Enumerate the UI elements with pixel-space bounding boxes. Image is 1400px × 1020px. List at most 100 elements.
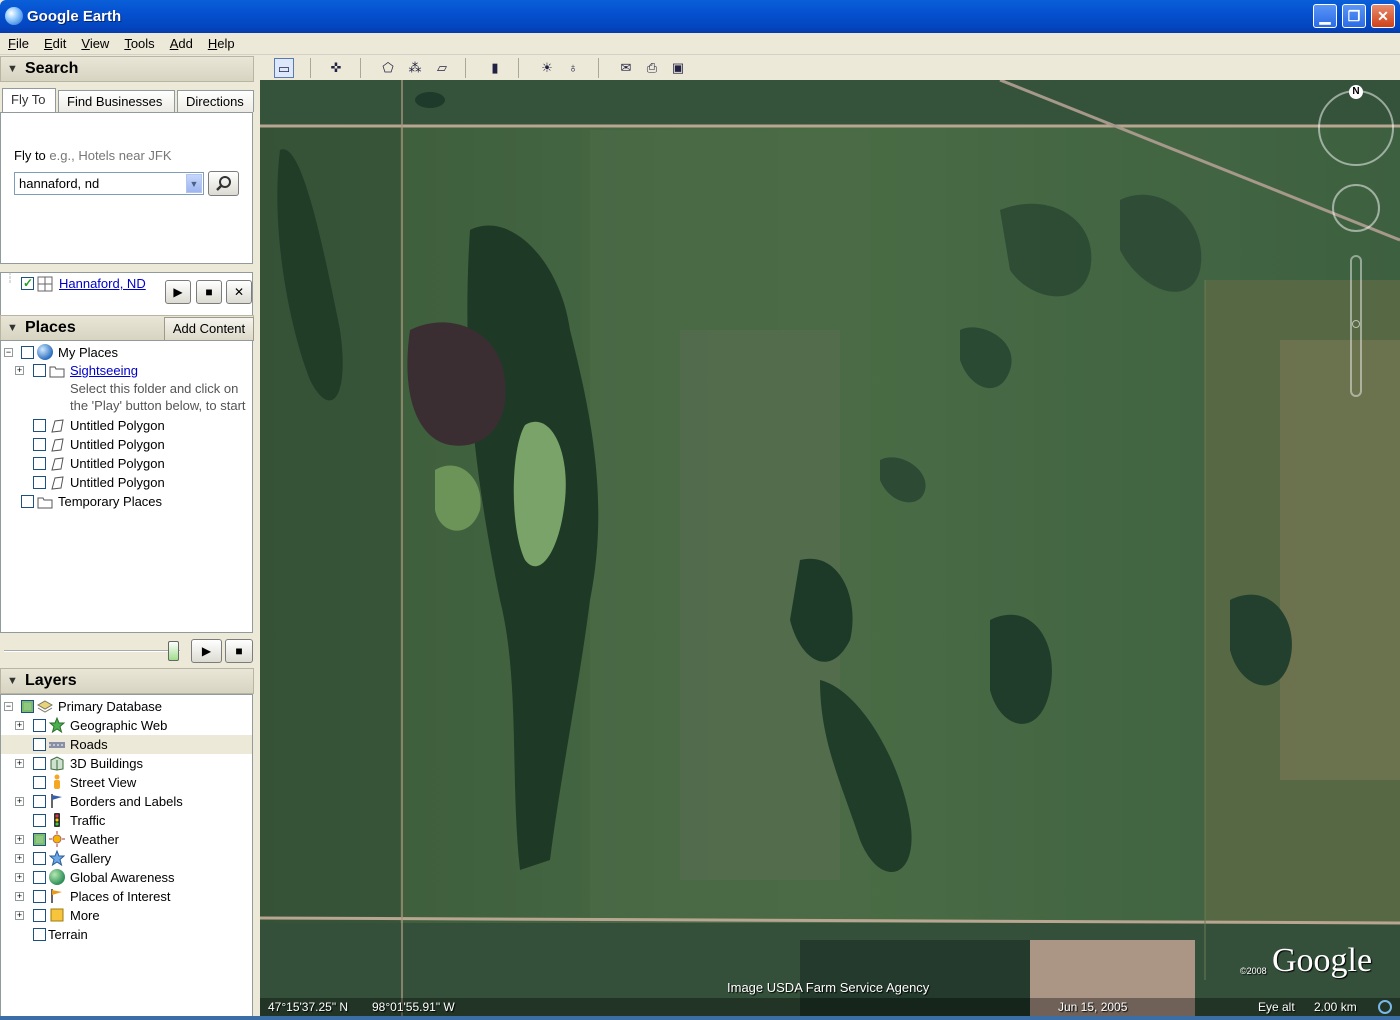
layer-checkbox[interactable] bbox=[33, 719, 46, 732]
expand-toggle-icon[interactable]: + bbox=[15, 892, 24, 901]
collapse-toggle-icon[interactable]: − bbox=[4, 702, 13, 711]
polygon-label: Untitled Polygon bbox=[70, 456, 165, 471]
layer-checkbox[interactable] bbox=[21, 700, 34, 713]
layer-label: Traffic bbox=[70, 813, 106, 828]
layer-label: 3D Buildings bbox=[70, 756, 143, 771]
email-icon: ✉ bbox=[620, 60, 632, 75]
close-button[interactable]: ✕ bbox=[1371, 4, 1395, 28]
poi-flag-icon bbox=[51, 889, 62, 903]
sightseeing-hint-2: the 'Play' button below, to start bbox=[70, 398, 246, 413]
dropdown-arrow-icon[interactable]: ▼ bbox=[186, 174, 202, 193]
expand-toggle-icon[interactable]: + bbox=[15, 721, 24, 730]
layer-checkbox[interactable] bbox=[33, 852, 46, 865]
sun-icon bbox=[49, 831, 65, 847]
sunlight-button[interactable]: ☀ bbox=[537, 58, 557, 78]
layer-label: Primary Database bbox=[58, 699, 163, 714]
path-icon: ⁂ bbox=[408, 60, 422, 75]
polygon-checkbox[interactable] bbox=[33, 438, 46, 451]
layer-roads[interactable]: Roads bbox=[1, 735, 252, 754]
layer-checkbox[interactable] bbox=[33, 909, 46, 922]
menu-tools[interactable]: Tools bbox=[116, 33, 161, 51]
layer-label: Weather bbox=[70, 832, 119, 847]
tour-slider-thumb[interactable] bbox=[168, 641, 179, 661]
search-header[interactable]: ▼ Search bbox=[0, 56, 254, 82]
layer-checkbox[interactable] bbox=[33, 890, 46, 903]
collapse-toggle-icon[interactable]: − bbox=[4, 348, 13, 357]
layers-header[interactable]: ▼ Layers bbox=[0, 668, 254, 694]
clear-button[interactable]: ✕ bbox=[226, 280, 252, 304]
expand-toggle-icon[interactable]: + bbox=[15, 854, 24, 863]
sightseeing-link[interactable]: Sightseeing bbox=[70, 361, 138, 380]
traffic-light-icon bbox=[54, 813, 60, 827]
menu-help[interactable]: Help bbox=[200, 33, 242, 51]
layer-checkbox[interactable] bbox=[33, 833, 46, 846]
polygon-label: Untitled Polygon bbox=[70, 475, 165, 490]
map-view[interactable]: N Image USDA Farm Service Agency ©2008 G… bbox=[260, 80, 1400, 1016]
tab-directions[interactable]: Directions bbox=[177, 90, 254, 112]
stop-icon: ■ bbox=[235, 644, 243, 658]
layer-checkbox[interactable] bbox=[33, 738, 46, 751]
expand-toggle-icon[interactable]: + bbox=[15, 366, 24, 375]
layer-checkbox[interactable] bbox=[33, 928, 46, 941]
add-image-overlay-button[interactable]: ▱ bbox=[432, 58, 452, 78]
expand-toggle-icon[interactable]: + bbox=[15, 797, 24, 806]
fly-to-input[interactable]: hannaford, nd ▼ bbox=[14, 172, 204, 195]
play-button[interactable]: ▶ bbox=[191, 639, 222, 663]
polygon-checkbox[interactable] bbox=[33, 457, 46, 470]
play-button[interactable]: ▶ bbox=[165, 280, 191, 304]
expand-toggle-icon[interactable]: + bbox=[15, 873, 24, 882]
layer-checkbox[interactable] bbox=[33, 776, 46, 789]
zoom-slider-thumb[interactable] bbox=[1352, 320, 1360, 328]
add-path-button[interactable]: ⁂ bbox=[405, 58, 425, 78]
maximize-button[interactable]: ❐ bbox=[1342, 4, 1366, 28]
email-button[interactable]: ✉ bbox=[616, 58, 636, 78]
sightseeing-checkbox[interactable] bbox=[33, 364, 46, 377]
north-icon[interactable]: N bbox=[1349, 85, 1363, 99]
fly-to-label: Fly to e.g., Hotels near JFK bbox=[14, 148, 172, 163]
database-layers-icon bbox=[37, 700, 53, 713]
my-places-checkbox[interactable] bbox=[21, 346, 34, 359]
layer-checkbox[interactable] bbox=[33, 871, 46, 884]
minimize-button[interactable]: ▁ bbox=[1313, 4, 1337, 28]
polygon-icon bbox=[51, 476, 64, 490]
stop-button[interactable]: ■ bbox=[225, 639, 253, 663]
menu-add[interactable]: Add bbox=[162, 33, 200, 51]
toolbar-separator bbox=[360, 58, 361, 78]
layer-checkbox[interactable] bbox=[33, 757, 46, 770]
window-bottom-border bbox=[0, 1016, 1400, 1020]
result-checkbox[interactable] bbox=[21, 274, 34, 293]
layer-label: Roads bbox=[70, 737, 108, 752]
polygon-checkbox[interactable] bbox=[33, 419, 46, 432]
pegman-icon bbox=[54, 774, 60, 789]
tab-find-businesses[interactable]: Find Businesses bbox=[58, 90, 175, 112]
result-link[interactable]: Hannaford, ND bbox=[59, 274, 146, 293]
expand-toggle-icon[interactable]: + bbox=[15, 759, 24, 768]
menu-view[interactable]: View bbox=[73, 33, 116, 51]
expand-toggle-icon[interactable]: + bbox=[15, 835, 24, 844]
add-content-button[interactable]: Add Content bbox=[164, 317, 254, 341]
ruler-button[interactable]: ▮ bbox=[485, 58, 505, 78]
google-logo: Google bbox=[1272, 942, 1373, 979]
print-button[interactable]: ⎙ bbox=[642, 58, 662, 78]
temporary-places-checkbox[interactable] bbox=[21, 495, 34, 508]
expand-toggle-icon[interactable]: + bbox=[15, 911, 24, 920]
layer-checkbox[interactable] bbox=[33, 814, 46, 827]
tab-fly-to[interactable]: Fly To bbox=[2, 88, 56, 113]
add-polygon-button[interactable]: ⬠ bbox=[378, 58, 398, 78]
copyright-year: ©2008 bbox=[1240, 966, 1267, 976]
polygon-checkbox[interactable] bbox=[33, 476, 46, 489]
tour-slider-track[interactable] bbox=[4, 650, 180, 652]
add-placemark-button[interactable]: ✜ bbox=[326, 58, 346, 78]
stop-icon: ■ bbox=[205, 285, 213, 299]
move-joystick[interactable] bbox=[1332, 184, 1380, 232]
layer-checkbox[interactable] bbox=[33, 795, 46, 808]
search-button[interactable] bbox=[208, 171, 239, 196]
stop-button[interactable]: ■ bbox=[196, 280, 222, 304]
view-in-maps-button[interactable]: ▣ bbox=[668, 58, 688, 78]
switch-to-sky-button[interactable]: ♁ bbox=[563, 58, 583, 78]
menu-edit[interactable]: Edit bbox=[36, 33, 73, 51]
look-joystick[interactable] bbox=[1318, 90, 1394, 166]
menu-file[interactable]: File bbox=[0, 33, 36, 51]
layer-label: Gallery bbox=[70, 851, 112, 866]
sidebar-toggle-button[interactable]: ▭ bbox=[274, 58, 294, 78]
